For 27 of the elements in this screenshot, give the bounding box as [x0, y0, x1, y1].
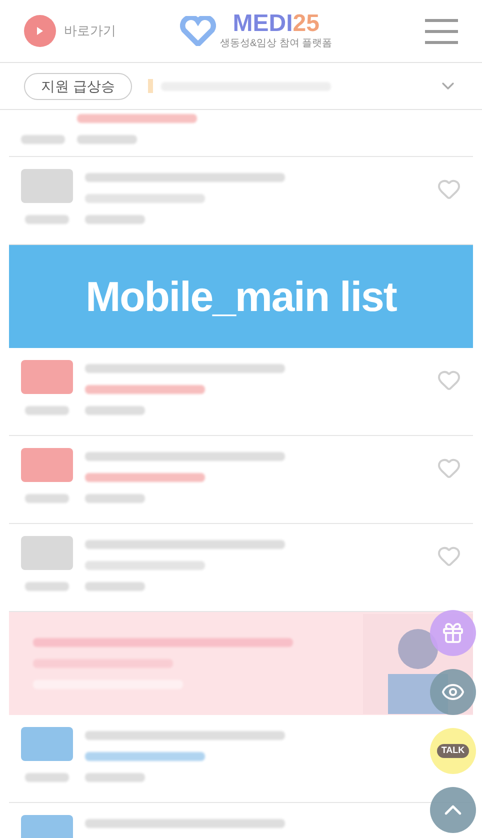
play-icon[interactable]	[24, 15, 56, 47]
shortcut-link[interactable]: 바로가기	[64, 21, 116, 41]
blurred-text	[85, 215, 145, 224]
heart-icon[interactable]	[437, 368, 461, 392]
blurred-text	[21, 135, 65, 144]
blurred-text	[25, 494, 69, 503]
blurred-text	[85, 773, 145, 782]
heart-logo-icon	[180, 16, 216, 46]
blurred-text	[25, 406, 69, 415]
ad-banner[interactable]	[9, 612, 473, 715]
blurred-text	[77, 135, 137, 144]
logo-text: MEDI25	[232, 12, 320, 36]
overlay-label: Mobile_main list	[9, 245, 473, 348]
blurred-text	[25, 215, 69, 224]
heart-icon[interactable]	[437, 177, 461, 201]
blurred-text	[25, 582, 69, 591]
blurred-text	[25, 773, 69, 782]
blurred-text	[85, 582, 145, 591]
blurred-text	[85, 406, 145, 415]
menu-icon[interactable]	[425, 18, 458, 44]
logo-tagline: 생동성&임상 참여 플랫폼	[220, 36, 332, 50]
talk-label: TALK	[437, 744, 469, 758]
heart-icon[interactable]	[437, 544, 461, 568]
blurred-text	[85, 494, 145, 503]
heart-icon[interactable]	[437, 456, 461, 480]
gift-icon	[441, 621, 465, 645]
trending-tag: 지원 급상승	[24, 72, 132, 100]
